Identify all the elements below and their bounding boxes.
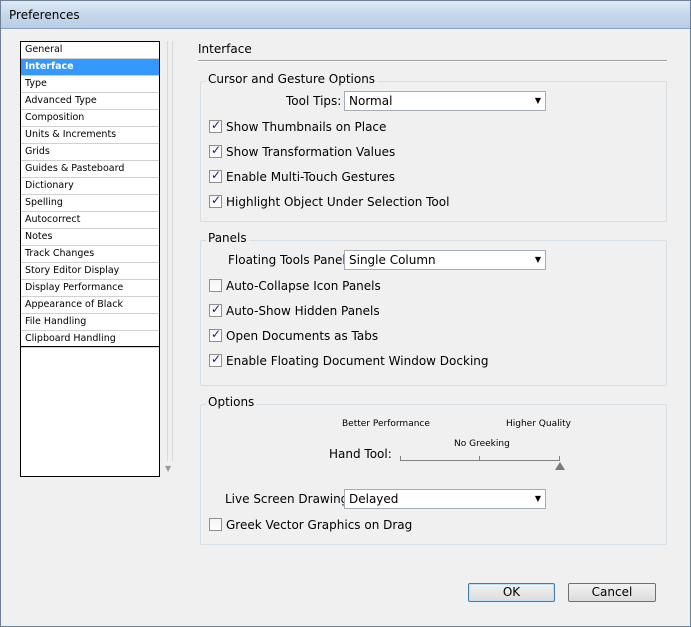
window-title: Preferences bbox=[9, 8, 80, 22]
slider-tick-right bbox=[559, 456, 560, 461]
sidebar-item-display-performance[interactable]: Display Performance bbox=[21, 280, 159, 297]
checkbox-label: Open Documents as Tabs bbox=[226, 329, 379, 343]
checkbox-label: Show Thumbnails on Place bbox=[226, 120, 387, 134]
tool-tips-select[interactable]: Normal ▼ bbox=[344, 91, 546, 111]
sidebar-item-story-editor-display[interactable]: Story Editor Display bbox=[21, 263, 159, 280]
checkbox-box[interactable] bbox=[209, 327, 222, 342]
sidebar-item-clipboard-handling[interactable]: Clipboard Handling bbox=[21, 331, 159, 348]
sidebar-item-type[interactable]: Type bbox=[21, 76, 159, 93]
hand-tool-label: Hand Tool: bbox=[329, 447, 392, 461]
sidebar-item-notes[interactable]: Notes bbox=[21, 229, 159, 246]
sidebar-item-track-changes[interactable]: Track Changes bbox=[21, 246, 159, 263]
sidebar-item-units-increments[interactable]: Units & Increments bbox=[21, 127, 159, 144]
title-bar[interactable]: Preferences bbox=[1, 1, 690, 29]
checkbox-label: Auto-Collapse Icon Panels bbox=[226, 279, 381, 293]
checkbox-box[interactable] bbox=[209, 302, 222, 317]
sidebar-item-general[interactable]: General bbox=[21, 42, 159, 59]
show-transformation-values-checkbox[interactable]: Show Transformation Values bbox=[209, 143, 396, 161]
category-list-scrollbar[interactable]: ▼ bbox=[161, 41, 179, 477]
chevron-down-icon: ▼ bbox=[534, 255, 541, 264]
tool-tips-label: Tool Tips: bbox=[286, 94, 342, 108]
checkbox-box[interactable] bbox=[209, 518, 222, 531]
checkbox-box[interactable] bbox=[209, 168, 222, 183]
slider-tick-left bbox=[400, 456, 401, 461]
floating-tools-value: Single Column bbox=[349, 253, 436, 267]
cursor-gesture-group-label: Cursor and Gesture Options bbox=[206, 72, 378, 86]
cancel-button[interactable]: Cancel bbox=[568, 583, 656, 602]
checkbox-label: Show Transformation Values bbox=[226, 145, 396, 159]
sidebar-item-guides-pasteboard[interactable]: Guides & Pasteboard bbox=[21, 161, 159, 178]
enable-floating-document-window-docking-checkbox[interactable]: Enable Floating Document Window Docking bbox=[209, 352, 489, 370]
sidebar-item-composition[interactable]: Composition bbox=[21, 110, 159, 127]
checkbox-label: Highlight Object Under Selection Tool bbox=[226, 195, 450, 209]
hand-tool-slider-thumb[interactable] bbox=[555, 462, 565, 470]
preferences-category-list[interactable]: General Interface Type Advanced Type Composi… bbox=[20, 41, 160, 477]
page-title: Interface bbox=[198, 42, 252, 56]
sidebar-item-spelling[interactable]: Spelling bbox=[21, 195, 159, 212]
chevron-down-icon: ▼ bbox=[534, 494, 541, 503]
greek-vector-checkbox[interactable]: Greek Vector Graphics on Drag bbox=[209, 518, 412, 534]
panels-group-label: Panels bbox=[206, 231, 249, 245]
sidebar-item-interface[interactable]: Interface bbox=[21, 59, 159, 76]
sidebar-item-appearance-of-black[interactable]: Appearance of Black bbox=[21, 297, 159, 314]
preferences-dialog: Preferences General Interface Type Advanced… bbox=[0, 0, 691, 627]
sidebar-item-dictionary[interactable]: Dictionary bbox=[21, 178, 159, 195]
better-performance-label: Better Performance bbox=[342, 419, 430, 429]
checkbox-box[interactable] bbox=[209, 118, 222, 133]
sidebar-item-autocorrect[interactable]: Autocorrect bbox=[21, 212, 159, 229]
chevron-down-icon: ▼ bbox=[534, 96, 541, 105]
open-documents-as-tabs-checkbox[interactable]: Open Documents as Tabs bbox=[209, 327, 379, 345]
sidebar-item-file-handling[interactable]: File Handling bbox=[21, 314, 159, 331]
sidebar-item-advanced-type[interactable]: Advanced Type bbox=[21, 93, 159, 110]
checkbox-label: Enable Multi-Touch Gestures bbox=[226, 170, 396, 184]
floating-tools-select[interactable]: Single Column ▼ bbox=[344, 250, 546, 270]
scroll-down-icon[interactable]: ▼ bbox=[165, 464, 171, 473]
floating-tools-label: Floating Tools Panel: bbox=[228, 253, 350, 267]
higher-quality-label: Higher Quality bbox=[506, 419, 571, 429]
checkbox-box[interactable] bbox=[209, 352, 222, 367]
checkbox-label: Auto-Show Hidden Panels bbox=[226, 304, 380, 318]
auto-show-hidden-panels-checkbox[interactable]: Auto-Show Hidden Panels bbox=[209, 302, 380, 320]
hand-tool-slider-track[interactable] bbox=[400, 460, 560, 461]
slider-tick-middle bbox=[479, 456, 480, 461]
enable-multi-touch-gestures-checkbox[interactable]: Enable Multi-Touch Gestures bbox=[209, 168, 396, 186]
options-group-label: Options bbox=[206, 395, 257, 409]
highlight-object-under-selection-tool-checkbox[interactable]: Highlight Object Under Selection Tool bbox=[209, 193, 450, 211]
ok-button[interactable]: OK bbox=[468, 583, 555, 602]
checkbox-box[interactable] bbox=[209, 193, 222, 208]
no-greeking-label: No Greeking bbox=[454, 439, 510, 449]
live-screen-drawing-value: Delayed bbox=[349, 492, 399, 506]
checkbox-box[interactable] bbox=[209, 279, 222, 292]
sidebar-item-grids[interactable]: Grids bbox=[21, 144, 159, 161]
tool-tips-value: Normal bbox=[349, 94, 393, 108]
scrollbar-track[interactable] bbox=[167, 41, 173, 461]
live-screen-drawing-select[interactable]: Delayed ▼ bbox=[344, 489, 546, 509]
greek-vector-label: Greek Vector Graphics on Drag bbox=[226, 518, 413, 532]
title-divider bbox=[198, 60, 667, 62]
auto-collapse-icon-panels-checkbox[interactable]: Auto-Collapse Icon Panels bbox=[209, 279, 381, 295]
checkbox-label: Enable Floating Document Window Docking bbox=[226, 354, 489, 368]
category-items: General Interface Type Advanced Type Composi… bbox=[21, 42, 159, 348]
live-screen-drawing-label: Live Screen Drawing: bbox=[225, 492, 353, 506]
checkbox-box[interactable] bbox=[209, 143, 222, 158]
show-thumbnails-on-place-checkbox[interactable]: Show Thumbnails on Place bbox=[209, 118, 387, 136]
